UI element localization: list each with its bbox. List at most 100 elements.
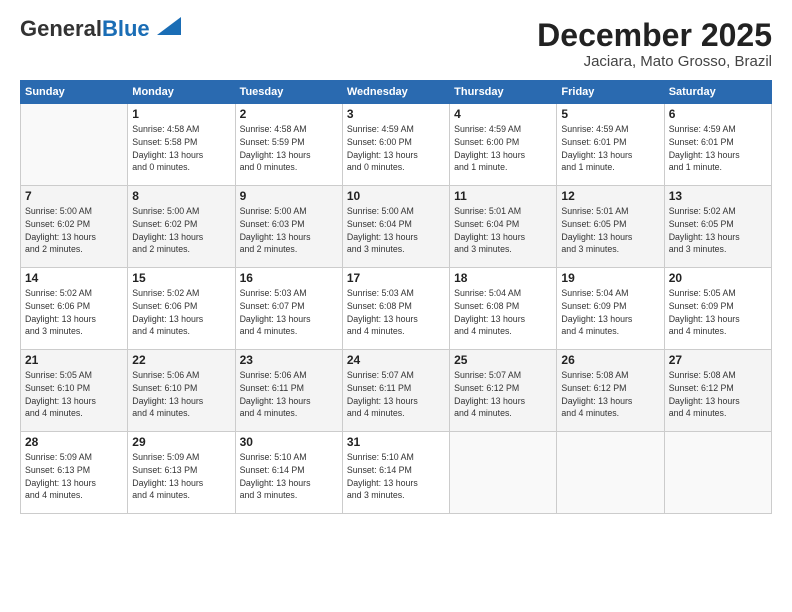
cell-info: Sunrise: 5:06 AM Sunset: 6:11 PM Dayligh… (240, 369, 338, 420)
calendar-cell: 22 Sunrise: 5:06 AM Sunset: 6:10 PM Dayli… (128, 350, 235, 432)
cell-info: Sunrise: 4:59 AM Sunset: 6:00 PM Dayligh… (347, 123, 445, 174)
calendar-cell (450, 432, 557, 514)
day-header-friday: Friday (557, 81, 664, 104)
cell-info: Sunrise: 5:09 AM Sunset: 6:13 PM Dayligh… (25, 451, 123, 502)
calendar-table: SundayMondayTuesdayWednesdayThursdayFrid… (20, 80, 772, 514)
cell-date-number: 12 (561, 189, 659, 203)
cell-info: Sunrise: 4:58 AM Sunset: 5:58 PM Dayligh… (132, 123, 230, 174)
logo-text: GeneralBlue (20, 18, 150, 40)
cell-date-number: 26 (561, 353, 659, 367)
calendar-week-row: 1Sunrise: 4:58 AM Sunset: 5:58 PM Daylig… (21, 104, 772, 186)
calendar-cell (557, 432, 664, 514)
cell-info: Sunrise: 5:02 AM Sunset: 6:06 PM Dayligh… (25, 287, 123, 338)
cell-info: Sunrise: 5:10 AM Sunset: 6:14 PM Dayligh… (347, 451, 445, 502)
cell-info: Sunrise: 4:59 AM Sunset: 6:00 PM Dayligh… (454, 123, 552, 174)
calendar-cell: 23 Sunrise: 5:06 AM Sunset: 6:11 PM Dayli… (235, 350, 342, 432)
cell-date-number: 23 (240, 353, 338, 367)
cell-info: Sunrise: 5:04 AM Sunset: 6:08 PM Dayligh… (454, 287, 552, 338)
calendar-subtitle: Jaciara, Mato Grosso, Brazil (537, 53, 772, 70)
calendar-week-row: 14Sunrise: 5:02 AM Sunset: 6:06 PM Dayli… (21, 268, 772, 350)
cell-info: Sunrise: 5:09 AM Sunset: 6:13 PM Dayligh… (132, 451, 230, 502)
calendar-cell: 30 Sunrise: 5:10 AM Sunset: 6:14 PM Dayli… (235, 432, 342, 514)
calendar-cell (21, 104, 128, 186)
cell-date-number: 25 (454, 353, 552, 367)
cell-date-number: 21 (25, 353, 123, 367)
cell-date-number: 24 (347, 353, 445, 367)
calendar-cell: 16 Sunrise: 5:03 AM Sunset: 6:07 PM Dayli… (235, 268, 342, 350)
day-header-saturday: Saturday (664, 81, 771, 104)
calendar-cell: 18 Sunrise: 5:04 AM Sunset: 6:08 PM Dayli… (450, 268, 557, 350)
day-header-sunday: Sunday (21, 81, 128, 104)
cell-date-number: 16 (240, 271, 338, 285)
header: GeneralBlue December 2025 Jaciara, Mato … (20, 18, 772, 70)
cell-info: Sunrise: 5:01 AM Sunset: 6:04 PM Dayligh… (454, 205, 552, 256)
calendar-cell: 17 Sunrise: 5:03 AM Sunset: 6:08 PM Dayli… (342, 268, 449, 350)
cell-info: Sunrise: 5:00 AM Sunset: 6:02 PM Dayligh… (25, 205, 123, 256)
calendar-cell: 2Sunrise: 4:58 AM Sunset: 5:59 PM Daylig… (235, 104, 342, 186)
cell-date-number: 27 (669, 353, 767, 367)
cell-date-number: 31 (347, 435, 445, 449)
cell-date-number: 11 (454, 189, 552, 203)
calendar-cell: 31 Sunrise: 5:10 AM Sunset: 6:14 PM Dayli… (342, 432, 449, 514)
cell-date-number: 3 (347, 107, 445, 121)
calendar-cell: 15 Sunrise: 5:02 AM Sunset: 6:06 PM Dayli… (128, 268, 235, 350)
calendar-cell: 3 Sunrise: 4:59 AM Sunset: 6:00 PM Daylig… (342, 104, 449, 186)
cell-info: Sunrise: 5:05 AM Sunset: 6:09 PM Dayligh… (669, 287, 767, 338)
day-header-wednesday: Wednesday (342, 81, 449, 104)
cell-info: Sunrise: 5:03 AM Sunset: 6:07 PM Dayligh… (240, 287, 338, 338)
logo-icon (153, 17, 181, 35)
cell-date-number: 4 (454, 107, 552, 121)
calendar-cell (664, 432, 771, 514)
calendar-cell: 8Sunrise: 5:00 AM Sunset: 6:02 PM Daylig… (128, 186, 235, 268)
page: GeneralBlue December 2025 Jaciara, Mato … (0, 0, 792, 612)
calendar-cell: 10 Sunrise: 5:00 AM Sunset: 6:04 PM Dayli… (342, 186, 449, 268)
calendar-week-row: 7 Sunrise: 5:00 AM Sunset: 6:02 PM Daylig… (21, 186, 772, 268)
cell-info: Sunrise: 5:04 AM Sunset: 6:09 PM Dayligh… (561, 287, 659, 338)
cell-info: Sunrise: 5:00 AM Sunset: 6:04 PM Dayligh… (347, 205, 445, 256)
cell-date-number: 5 (561, 107, 659, 121)
cell-date-number: 7 (25, 189, 123, 203)
cell-info: Sunrise: 4:59 AM Sunset: 6:01 PM Dayligh… (669, 123, 767, 174)
cell-date-number: 29 (132, 435, 230, 449)
calendar-body: 1Sunrise: 4:58 AM Sunset: 5:58 PM Daylig… (21, 104, 772, 514)
calendar-cell: 7 Sunrise: 5:00 AM Sunset: 6:02 PM Daylig… (21, 186, 128, 268)
cell-info: Sunrise: 5:03 AM Sunset: 6:08 PM Dayligh… (347, 287, 445, 338)
day-header-thursday: Thursday (450, 81, 557, 104)
day-header-tuesday: Tuesday (235, 81, 342, 104)
cell-info: Sunrise: 5:10 AM Sunset: 6:14 PM Dayligh… (240, 451, 338, 502)
day-header-monday: Monday (128, 81, 235, 104)
calendar-cell: 4 Sunrise: 4:59 AM Sunset: 6:00 PM Daylig… (450, 104, 557, 186)
calendar-cell: 1Sunrise: 4:58 AM Sunset: 5:58 PM Daylig… (128, 104, 235, 186)
calendar-cell: 14Sunrise: 5:02 AM Sunset: 6:06 PM Dayli… (21, 268, 128, 350)
calendar-cell: 5 Sunrise: 4:59 AM Sunset: 6:01 PM Daylig… (557, 104, 664, 186)
cell-date-number: 2 (240, 107, 338, 121)
calendar-header: SundayMondayTuesdayWednesdayThursdayFrid… (21, 81, 772, 104)
cell-date-number: 6 (669, 107, 767, 121)
calendar-cell: 20 Sunrise: 5:05 AM Sunset: 6:09 PM Dayli… (664, 268, 771, 350)
calendar-cell: 28 Sunrise: 5:09 AM Sunset: 6:13 PM Dayli… (21, 432, 128, 514)
calendar-cell: 24 Sunrise: 5:07 AM Sunset: 6:11 PM Dayli… (342, 350, 449, 432)
cell-date-number: 17 (347, 271, 445, 285)
cell-date-number: 30 (240, 435, 338, 449)
calendar-cell: 13Sunrise: 5:02 AM Sunset: 6:05 PM Dayli… (664, 186, 771, 268)
logo: GeneralBlue (20, 18, 181, 40)
cell-info: Sunrise: 5:02 AM Sunset: 6:06 PM Dayligh… (132, 287, 230, 338)
cell-date-number: 28 (25, 435, 123, 449)
cell-info: Sunrise: 5:08 AM Sunset: 6:12 PM Dayligh… (561, 369, 659, 420)
cell-date-number: 20 (669, 271, 767, 285)
cell-date-number: 19 (561, 271, 659, 285)
calendar-week-row: 21Sunrise: 5:05 AM Sunset: 6:10 PM Dayli… (21, 350, 772, 432)
cell-date-number: 15 (132, 271, 230, 285)
cell-info: Sunrise: 5:01 AM Sunset: 6:05 PM Dayligh… (561, 205, 659, 256)
calendar-cell: 12 Sunrise: 5:01 AM Sunset: 6:05 PM Dayli… (557, 186, 664, 268)
cell-info: Sunrise: 5:07 AM Sunset: 6:11 PM Dayligh… (347, 369, 445, 420)
cell-date-number: 18 (454, 271, 552, 285)
cell-date-number: 22 (132, 353, 230, 367)
cell-info: Sunrise: 4:59 AM Sunset: 6:01 PM Dayligh… (561, 123, 659, 174)
cell-info: Sunrise: 5:07 AM Sunset: 6:12 PM Dayligh… (454, 369, 552, 420)
calendar-week-row: 28 Sunrise: 5:09 AM Sunset: 6:13 PM Dayli… (21, 432, 772, 514)
cell-date-number: 10 (347, 189, 445, 203)
day-header-row: SundayMondayTuesdayWednesdayThursdayFrid… (21, 81, 772, 104)
calendar-cell: 19 Sunrise: 5:04 AM Sunset: 6:09 PM Dayli… (557, 268, 664, 350)
cell-info: Sunrise: 5:06 AM Sunset: 6:10 PM Dayligh… (132, 369, 230, 420)
